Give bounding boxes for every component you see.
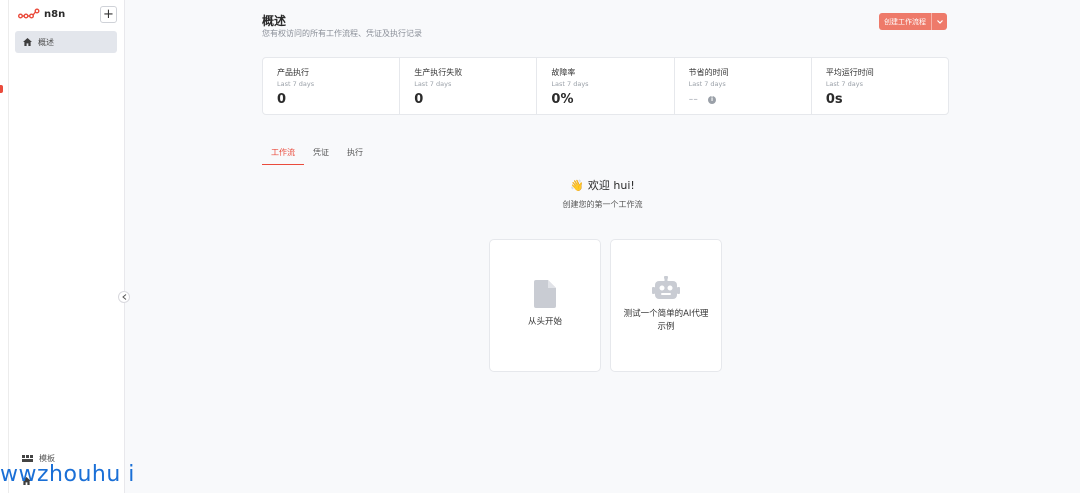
stat-failure-rate[interactable]: 故障率 Last 7 days 0% bbox=[537, 58, 675, 114]
stat-period: Last 7 days bbox=[551, 80, 589, 88]
stat-label: 节省的时间 bbox=[688, 68, 729, 77]
stat-production-executions[interactable]: 产品执行 Last 7 days 0 bbox=[263, 58, 401, 114]
stat-average-runtime[interactable]: 平均运行时间 Last 7 days 0s bbox=[812, 58, 948, 114]
card-label: 从头开始 bbox=[527, 317, 562, 327]
stat-label: 故障率 bbox=[551, 68, 576, 77]
templates-icon bbox=[22, 455, 33, 462]
sidebar-item-label: 概述 bbox=[38, 37, 54, 47]
main-content: 概述 您有权访问的所有工作流程、凭证及执行记录 创建工作流程 产品执行 Last… bbox=[125, 0, 1080, 493]
stat-label: 产品执行 bbox=[277, 68, 309, 77]
page-subtitle: 您有权访问的所有工作流程、凭证及执行记录 bbox=[262, 29, 422, 38]
watermark-text: wwzhouhu i bbox=[0, 462, 135, 487]
stat-value: 0s bbox=[825, 92, 843, 107]
create-workflow-button[interactable]: 创建工作流程 bbox=[879, 13, 931, 30]
stat-failed-executions[interactable]: 生产执行失败 Last 7 days 0 bbox=[400, 58, 538, 114]
stat-period: Last 7 days bbox=[277, 80, 315, 88]
stats-panel: 产品执行 Last 7 days 0 生产执行失败 Last 7 days 0 … bbox=[262, 57, 949, 115]
stat-period: Last 7 days bbox=[825, 80, 863, 88]
stat-period: Last 7 days bbox=[688, 80, 726, 88]
sidebar-item-overview[interactable]: 概述 bbox=[15, 31, 117, 53]
chevron-down-icon bbox=[936, 19, 943, 24]
tab-executions[interactable]: 执行 bbox=[338, 145, 372, 165]
stat-value: 0 bbox=[277, 92, 287, 107]
sidebar: n8n + 概述 模板 bbox=[9, 0, 125, 493]
tab-workflows[interactable]: 工作流 bbox=[262, 145, 304, 165]
n8n-logo-icon bbox=[18, 8, 40, 19]
window-edge bbox=[0, 0, 9, 493]
wave-emoji-icon: 👋 bbox=[570, 178, 584, 192]
file-icon bbox=[534, 280, 556, 308]
tab-credentials[interactable]: 凭证 bbox=[304, 145, 338, 165]
chevron-left-icon bbox=[121, 294, 126, 300]
app-name: n8n bbox=[44, 8, 66, 20]
card-label: 测试一个简单的AI代理示例 bbox=[623, 309, 709, 332]
stat-period: Last 7 days bbox=[414, 80, 452, 88]
welcome-subtitle: 创建您的第一个工作流 bbox=[562, 200, 643, 209]
start-from-scratch-card[interactable]: 从头开始 bbox=[489, 239, 601, 372]
brand[interactable]: n8n bbox=[18, 8, 65, 20]
stat-value: -- bbox=[688, 92, 698, 107]
sidebar-collapse-button[interactable] bbox=[118, 291, 130, 303]
stat-value: 0 bbox=[414, 92, 424, 107]
add-button[interactable]: + bbox=[100, 6, 117, 23]
page-title: 概述 bbox=[262, 14, 287, 28]
welcome-title: 欢迎 hui! bbox=[587, 179, 635, 192]
tab-bar: 工作流 凭证 执行 bbox=[262, 145, 372, 165]
edge-indicator bbox=[0, 85, 3, 93]
robot-icon bbox=[652, 276, 680, 299]
stat-label: 生产执行失败 bbox=[414, 68, 463, 77]
stat-value: 0% bbox=[551, 92, 574, 107]
home-icon bbox=[23, 38, 32, 46]
welcome-heading: 👋 欢迎 hui! bbox=[125, 177, 1080, 193]
create-workflow-button-group: 创建工作流程 bbox=[879, 13, 947, 30]
ai-agent-example-card[interactable]: 测试一个简单的AI代理示例 bbox=[610, 239, 722, 372]
stat-time-saved[interactable]: 节省的时间 Last 7 days -- i bbox=[675, 58, 812, 114]
info-icon[interactable]: i bbox=[708, 95, 716, 104]
stat-label: 平均运行时间 bbox=[825, 68, 874, 77]
create-dropdown-button[interactable] bbox=[931, 13, 947, 30]
